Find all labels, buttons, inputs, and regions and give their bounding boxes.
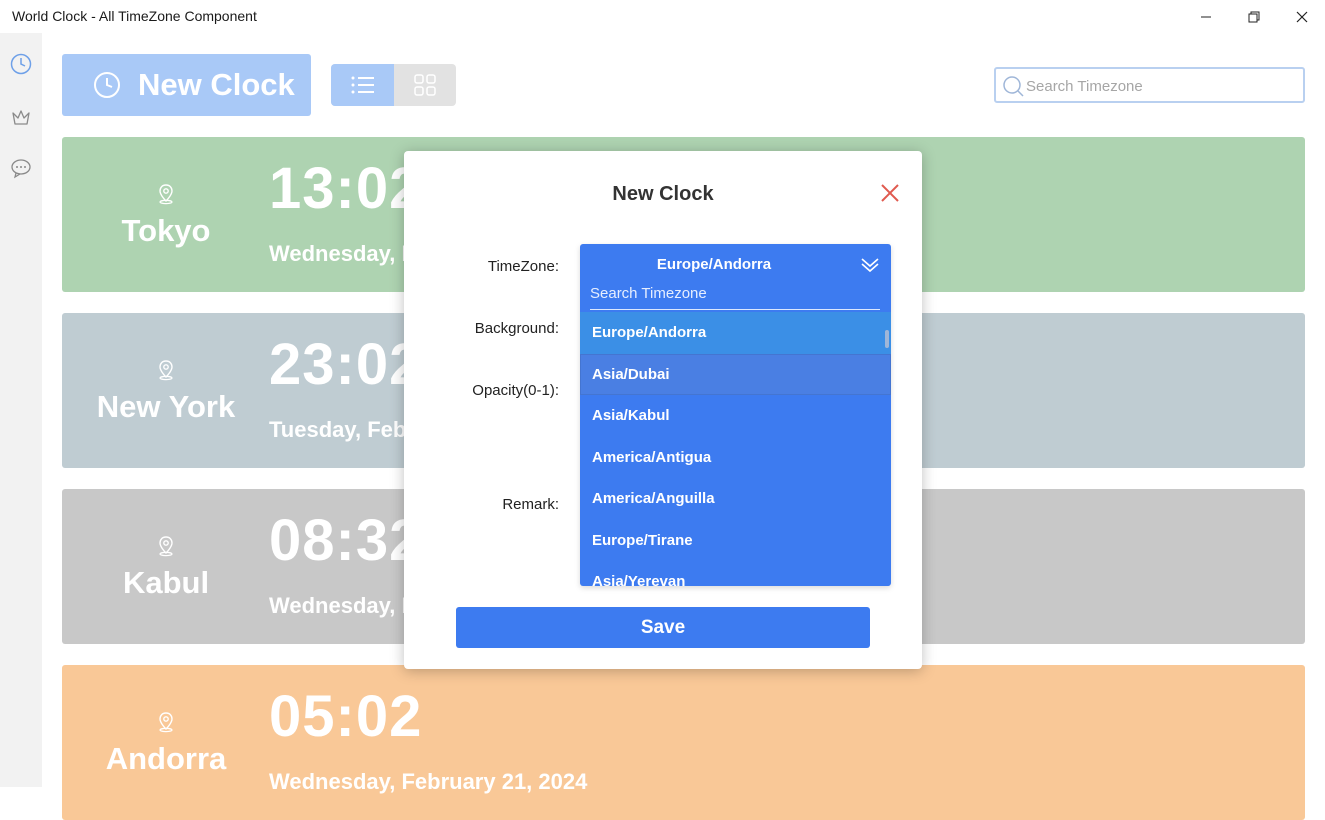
save-button[interactable]: Save: [456, 607, 870, 648]
search-timezone-box[interactable]: [994, 67, 1305, 103]
timezone-search-field[interactable]: [590, 280, 880, 310]
city-name: Andorra: [105, 741, 227, 776]
timezone-option[interactable]: Europe/Tirane: [580, 520, 891, 562]
restore-button[interactable]: [1231, 0, 1277, 33]
crown-icon: [12, 110, 30, 125]
timezone-option[interactable]: Asia/Kabul: [580, 395, 891, 437]
new-clock-dialog: New Clock TimeZone: Background: Opacity(…: [404, 151, 922, 669]
remark-label: Remark:: [502, 496, 559, 513]
grid-view-button[interactable]: [394, 64, 456, 106]
view-toggle: [331, 64, 456, 106]
close-window-button[interactable]: [1279, 0, 1325, 33]
close-icon: [1296, 11, 1308, 22]
sidebar-item-premium[interactable]: [9, 105, 33, 129]
search-icon: [1003, 76, 1024, 97]
timezone-option[interactable]: Europe/Andorra: [580, 312, 891, 354]
timezone-dropdown[interactable]: Europe/Andorra Europe/Andorra Asia/Dubai…: [580, 244, 891, 586]
minimize-button[interactable]: [1183, 0, 1229, 33]
search-timezone-input[interactable]: [1026, 73, 1296, 99]
chat-icon: [11, 159, 31, 179]
sidebar-item-clock[interactable]: [9, 52, 33, 76]
timezone-selected-value[interactable]: Europe/Andorra: [580, 256, 848, 273]
location-pin-icon: [159, 712, 173, 733]
clock-time: 05:02: [269, 684, 423, 749]
restore-icon: [1248, 11, 1260, 22]
city-name: Kabul: [122, 565, 210, 600]
opacity-label: Opacity(0-1):: [472, 382, 559, 399]
window-title: World Clock - All TimeZone Component: [12, 8, 257, 24]
clock-card-andorra[interactable]: Andorra 05:02 Wednesday, February 21, 20…: [62, 665, 1305, 820]
clock-icon: [94, 72, 120, 98]
clock-icon: [10, 53, 32, 75]
clock-time: 08:32: [269, 508, 423, 573]
timezone-option[interactable]: America/Anguilla: [580, 478, 891, 520]
clock-date: Wednesday, February 21, 2024: [269, 769, 588, 794]
location-pin-icon: [159, 536, 173, 557]
clock-time: 23:02: [269, 332, 423, 397]
background-label: Background:: [474, 320, 559, 337]
sidebar-item-feedback[interactable]: [9, 156, 33, 180]
chevron-down-icon[interactable]: [859, 254, 881, 276]
timezone-option[interactable]: Asia/Dubai: [580, 353, 891, 395]
new-clock-label: New Clock: [138, 67, 295, 102]
timezone-option[interactable]: Asia/Yerevan: [580, 561, 891, 586]
new-clock-button[interactable]: New Clock: [62, 54, 311, 116]
clock-time: 13:02: [269, 156, 423, 221]
timezone-options-list: Europe/Andorra Asia/Dubai Asia/Kabul Ame…: [580, 312, 891, 586]
timezone-option[interactable]: America/Antigua: [580, 437, 891, 479]
title-bar: World Clock - All TimeZone Component: [0, 0, 1325, 33]
timezone-label: TimeZone:: [487, 258, 559, 275]
minimize-icon: [1201, 16, 1211, 17]
city-name: Tokyo: [121, 213, 211, 248]
dialog-title: New Clock: [612, 183, 714, 205]
city-name: New York: [96, 389, 236, 424]
location-pin-icon: [159, 184, 173, 205]
close-dialog-icon[interactable]: [878, 181, 902, 205]
list-icon: [351, 76, 374, 94]
dropdown-scrollbar[interactable]: [885, 330, 889, 348]
location-pin-icon: [159, 360, 173, 381]
timezone-search-input[interactable]: [590, 280, 880, 306]
sidebar: [0, 33, 42, 787]
list-view-button[interactable]: [331, 64, 394, 106]
grid-icon: [414, 74, 436, 96]
